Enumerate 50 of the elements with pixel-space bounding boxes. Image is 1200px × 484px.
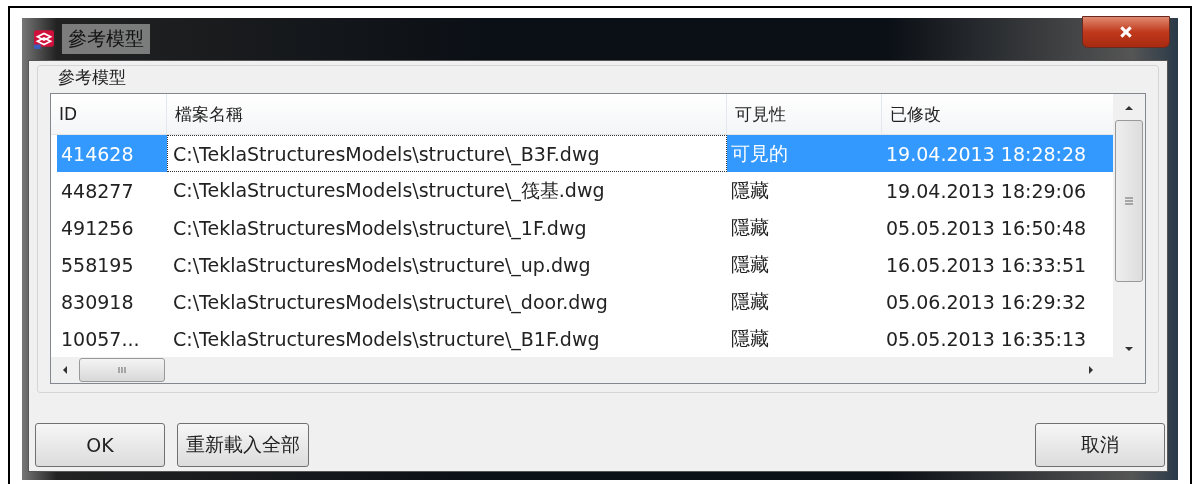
table-cell-text: 491256 (60, 215, 135, 241)
table-cell: C:\TeklaStructuresModels\structure\_B3F.dwg (167, 135, 727, 172)
table-cell-text: 16.05.2013 16:33:51 (885, 252, 1088, 278)
scroll-right-icon[interactable] (1087, 365, 1095, 375)
table-cell-text: 05.06.2013 16:29:32 (885, 289, 1088, 315)
scroll-thumb[interactable] (79, 358, 165, 382)
table-cell-text: C:\TeklaStructuresModels\structure\_up.dwg (172, 252, 592, 279)
table-cell: 414628 (57, 135, 167, 172)
scroll-down-icon[interactable] (1124, 345, 1134, 353)
scroll-thumb[interactable] (1115, 120, 1143, 282)
table-cell-text: 隱藏 (730, 251, 770, 277)
column-header[interactable]: 檔案名稱 (167, 94, 727, 134)
table-cell-text: 558195 (60, 252, 135, 278)
table-cell-text: C:\TeklaStructuresModels\structure\_1F.dwg (172, 215, 588, 242)
table-row[interactable]: 10057... C:\TeklaStructuresModels\structure\_B1F.dwg 隱藏 05.05.2013 16:35:13 (57, 320, 1113, 357)
table-row[interactable]: 558195 C:\TeklaStructuresModels\structure\_up.dwg 隱藏 16.05.2013 16:33:51 (57, 246, 1113, 283)
table-cell: 可見的 (727, 135, 882, 172)
table-row[interactable]: 830918 C:\TeklaStructuresModels\structure\_door.dwg 隱藏 05.06.2013 16:29:32 (57, 283, 1113, 320)
column-header[interactable]: 已修改 (882, 94, 1113, 134)
window-title: 參考模型 (62, 24, 150, 54)
table-cell-text: C:\TeklaStructuresModels\structure\_door.dwg (172, 289, 609, 316)
table-cell-text: 10057... (60, 326, 141, 352)
close-icon (1119, 25, 1133, 39)
table-cell-text: 隱藏 (730, 177, 770, 203)
group-legend: 參考模型 (58, 66, 126, 89)
scroll-up-icon[interactable] (1124, 104, 1134, 112)
table-cell-text: C:\TeklaStructuresModels\structure\_B1F.dwg (172, 326, 601, 353)
horizontal-scrollbar[interactable] (51, 357, 1145, 383)
table-cell-text: 05.05.2013 16:50:48 (885, 215, 1088, 241)
column-header[interactable]: ID (51, 94, 167, 134)
table-cell-text: 隱藏 (730, 325, 770, 351)
scroll-left-icon[interactable] (61, 365, 69, 375)
table-cell-text: 隱藏 (730, 214, 770, 240)
table-cell-text: C:\TeklaStructuresModels\structure\_筏基.dwg (172, 177, 606, 204)
table-cell-text: 05.05.2013 16:35:13 (885, 326, 1088, 352)
table-row[interactable]: 414628 C:\TeklaStructuresModels\structure\_B3F.dwg 可見的 19.04.2013 18:28:28 (57, 135, 1113, 172)
app-logo-icon (32, 28, 56, 50)
reload-all-button[interactable]: 重新載入全部 (177, 423, 309, 467)
table-cell-text: 隱藏 (730, 288, 770, 314)
table-cell-text: 448277 (60, 178, 135, 204)
table-cell-text: 19.04.2013 18:29:06 (885, 178, 1088, 204)
close-button[interactable] (1082, 16, 1170, 48)
column-header[interactable]: 可見性 (727, 94, 882, 134)
vertical-scrollbar[interactable] (1113, 94, 1145, 357)
table-row[interactable]: 491256 C:\TeklaStructuresModels\structure\_1F.dwg 隱藏 05.05.2013 16:50:48 (57, 209, 1113, 246)
table-row[interactable]: 448277 C:\TeklaStructuresModels\structure\_筏基.dwg 隱藏 19.04.2013 18:29:06 (57, 172, 1113, 209)
table-cell: 19.04.2013 18:28:28 (882, 135, 1113, 172)
cancel-button[interactable]: 取消 (1035, 423, 1165, 467)
table-cell-text: 830918 (60, 289, 135, 315)
ok-button[interactable]: OK (35, 423, 165, 467)
